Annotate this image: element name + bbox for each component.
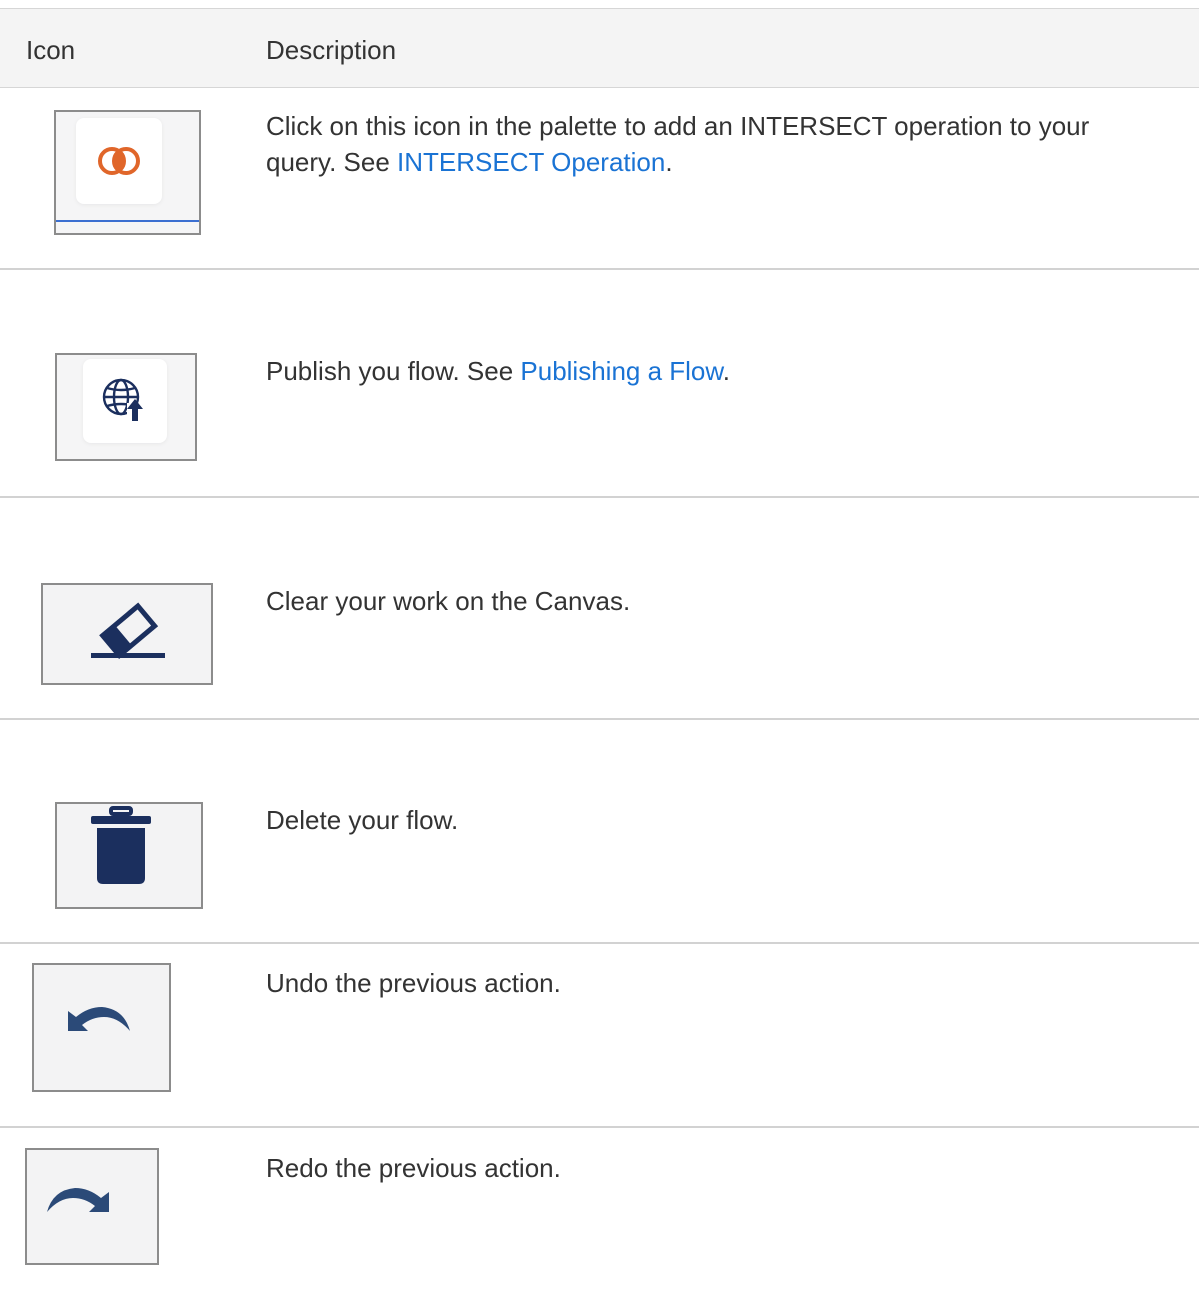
row-text: Clear your work on the Canvas. bbox=[266, 586, 631, 616]
eraser-icon bbox=[91, 602, 165, 660]
row-divider bbox=[0, 268, 1199, 270]
row-text: Delete your flow. bbox=[266, 805, 459, 835]
eraser-icon-screenshot bbox=[41, 583, 213, 685]
row-text-suffix: . bbox=[665, 147, 673, 177]
redo-icon-screenshot bbox=[25, 1148, 159, 1265]
row-text: Publish you flow. See bbox=[266, 356, 521, 386]
row-description: Publish you flow. See Publishing a Flow. bbox=[266, 353, 1166, 389]
row-text: Click on this icon in the palette to add… bbox=[266, 111, 1090, 177]
row-description: Delete your flow. bbox=[266, 802, 1166, 838]
redo-icon bbox=[47, 1188, 109, 1212]
row-description: Redo the previous action. bbox=[266, 1150, 1166, 1186]
intersect-icon bbox=[98, 147, 140, 175]
publish-globe-icon bbox=[102, 378, 143, 421]
row-text-suffix: . bbox=[722, 356, 730, 386]
publish-icon-card bbox=[83, 359, 167, 443]
intersect-operation-link[interactable]: INTERSECT Operation bbox=[397, 147, 665, 177]
row-divider bbox=[0, 1126, 1199, 1128]
undo-icon bbox=[68, 1007, 130, 1031]
row-divider bbox=[0, 942, 1199, 944]
intersect-icon-card bbox=[76, 118, 162, 204]
active-underline bbox=[56, 220, 199, 222]
publish-icon-screenshot bbox=[55, 353, 197, 461]
icon-column-header: Icon bbox=[26, 35, 76, 65]
publishing-a-flow-link[interactable]: Publishing a Flow bbox=[520, 356, 722, 386]
trash-icon bbox=[91, 806, 151, 884]
row-description: Undo the previous action. bbox=[266, 965, 1166, 1001]
row-text: Redo the previous action. bbox=[266, 1153, 561, 1183]
row-divider bbox=[0, 718, 1199, 720]
row-divider bbox=[0, 496, 1199, 498]
trash-icon-screenshot bbox=[55, 802, 203, 909]
row-text: Undo the previous action. bbox=[266, 968, 561, 998]
row-description: Click on this icon in the palette to add… bbox=[266, 108, 1166, 180]
description-column-header: Description bbox=[266, 35, 397, 65]
table-header: Icon Description bbox=[0, 8, 1199, 88]
undo-icon-screenshot bbox=[32, 963, 171, 1092]
row-description: Clear your work on the Canvas. bbox=[266, 583, 1166, 619]
intersect-icon-screenshot bbox=[54, 110, 201, 235]
